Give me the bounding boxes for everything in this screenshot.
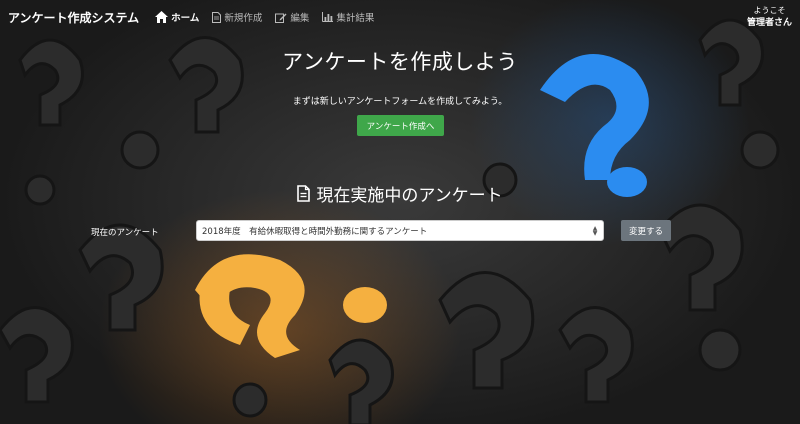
edit-icon xyxy=(275,13,287,23)
hero-title: アンケートを作成しよう xyxy=(282,50,518,74)
home-icon xyxy=(155,11,169,23)
nav-item-results[interactable]: 集計結果 xyxy=(322,10,374,24)
bar-chart-icon xyxy=(322,12,334,22)
user-greeting: ようこそ 管理者さん xyxy=(747,5,792,29)
survey-select[interactable]: 2018年度 有給休暇取得と時間外勤務に関するアンケート ▲ ▼ xyxy=(196,220,604,241)
nav-item-edit[interactable]: 編集 xyxy=(275,10,309,24)
survey-select-value: 2018年度 有給休暇取得と時間外勤務に関するアンケート xyxy=(202,226,428,237)
brand-title[interactable]: アンケート作成システム xyxy=(8,9,139,26)
document-icon xyxy=(297,185,311,202)
nav-item-edit-label: 編集 xyxy=(290,13,310,24)
welcome-text: ようこそ xyxy=(753,6,786,15)
section-title-text: 現在実施中のアンケート xyxy=(316,186,503,206)
change-survey-button[interactable]: 変更する xyxy=(621,220,671,241)
create-survey-button[interactable]: アンケート作成へ xyxy=(357,115,444,136)
current-survey-heading: 現在実施中のアンケート xyxy=(0,181,800,206)
nav-item-results-label: 集計結果 xyxy=(336,13,375,24)
current-survey-label: 現在のアンケート xyxy=(91,228,159,238)
user-name[interactable]: 管理者さん xyxy=(747,17,792,29)
nav-item-new[interactable]: 新規作成 xyxy=(212,10,262,24)
nav-item-home-label: ホーム xyxy=(171,13,200,24)
hero-subtitle: まずは新しいアンケートフォームを作成してみよう。 xyxy=(292,97,508,107)
nav-item-home[interactable]: ホーム xyxy=(155,10,199,24)
document-icon xyxy=(212,11,222,23)
select-arrows-icon: ▲ ▼ xyxy=(592,224,598,237)
navbar: アンケート作成システム ホーム 新規作成 編集 集計結果 ようこそ 管理者さん xyxy=(0,0,800,34)
nav-item-new-label: 新規作成 xyxy=(224,13,263,24)
